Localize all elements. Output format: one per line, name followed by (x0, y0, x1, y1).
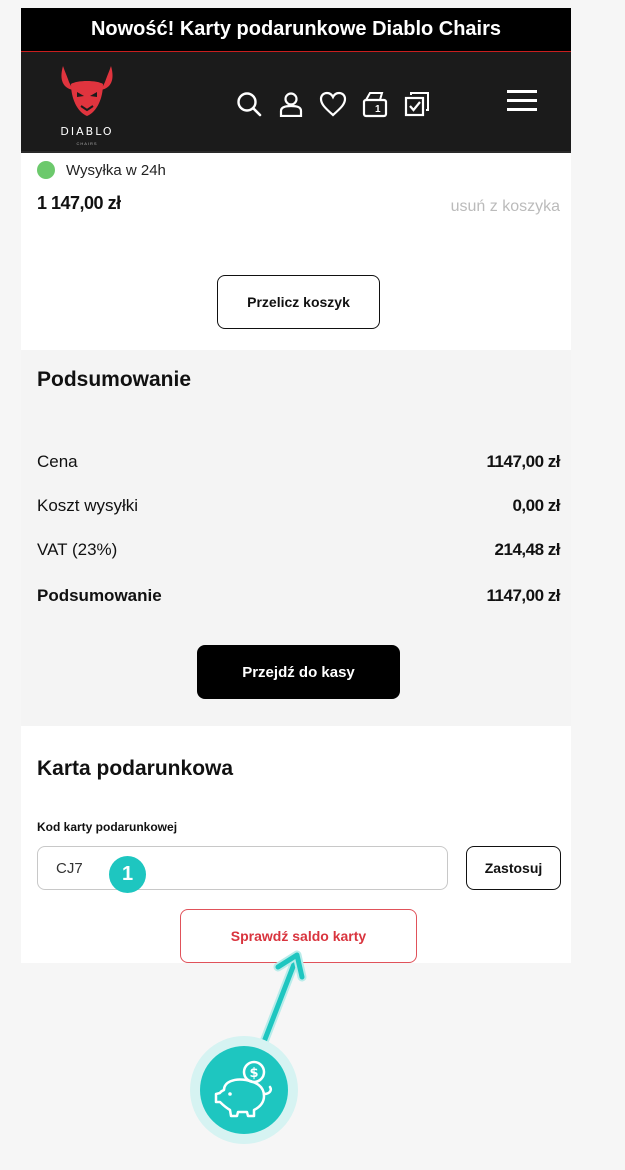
navbar: DIABLO CHAIRS 1 (21, 52, 571, 153)
svg-text:$: $ (249, 1066, 258, 1081)
menu-icon[interactable] (507, 88, 537, 116)
summary-row-value: 1147,00 zł (486, 452, 561, 471)
item-price: 1 147,00 zł (37, 193, 121, 213)
summary-row-value: 0,00 zł (512, 496, 560, 515)
shipping-status: Wysyłka w 24h (37, 161, 166, 179)
heart-icon[interactable] (319, 90, 347, 118)
order-summary: Podsumowanie Cena 1147,00 zł Koszt wysył… (21, 350, 571, 726)
gift-card-title: Karta podarunkowa (37, 757, 234, 780)
cart-item: Wysyłka w 24h 1 147,00 zł usuń z koszyka… (21, 153, 571, 350)
account-icon[interactable] (277, 90, 305, 118)
devil-logo-icon (61, 66, 113, 116)
summary-row-price: Cena 1147,00 zł (37, 452, 561, 472)
promo-banner[interactable]: Nowość! Karty podarunkowe Diablo Chairs (21, 8, 571, 52)
cart-icon[interactable]: 1 (361, 90, 389, 118)
step-badge: 1 (109, 856, 146, 893)
summary-row-label: Koszt wysyłki (37, 496, 139, 515)
checkout-button[interactable]: Przejdź do kasy (197, 645, 400, 699)
remove-from-cart-link[interactable]: usuń z koszyka (451, 198, 560, 216)
promo-text: Nowość! Karty podarunkowe Diablo Chairs (90, 18, 502, 40)
gift-code-input[interactable]: CJ7 (37, 846, 448, 890)
compare-icon[interactable] (403, 90, 431, 118)
summary-title: Podsumowanie (37, 368, 192, 391)
piggy-bank-badge: $ (190, 1036, 298, 1144)
search-icon[interactable] (235, 90, 263, 118)
availability-dot (37, 161, 55, 179)
summary-row-vat: VAT (23%) 214,48 zł (37, 540, 561, 560)
gift-code-label: Kod karty podarunkowej (37, 820, 178, 834)
recalculate-cart-button[interactable]: Przelicz koszyk (217, 275, 380, 329)
piggy-bank-icon: $ (200, 1046, 288, 1134)
brand-name: DIABLO (60, 125, 114, 138)
gift-card-section: Karta podarunkowa Kod karty podarunkowej… (21, 726, 571, 963)
summary-row-label: VAT (23%) (37, 540, 118, 559)
page-frame: Nowość! Karty podarunkowe Diablo Chairs … (21, 8, 571, 963)
cart-count: 1 (375, 104, 381, 115)
summary-row-label: Podsumowanie (37, 586, 162, 605)
summary-row-label: Cena (37, 452, 78, 471)
apply-button[interactable]: Zastosuj (466, 846, 561, 890)
gift-code-value: CJ7 (56, 859, 83, 877)
summary-row-value: 214,48 zł (494, 540, 561, 559)
summary-row-total: Podsumowanie 1147,00 zł (37, 586, 561, 606)
summary-row-shipping: Koszt wysyłki 0,00 zł (37, 496, 560, 516)
brand-logo[interactable]: DIABLO CHAIRS (55, 62, 119, 146)
nav-icons: 1 (235, 90, 431, 118)
summary-row-value: 1147,00 zł (486, 586, 561, 605)
shipping-text: Wysyłka w 24h (66, 161, 166, 179)
brand-sub: CHAIRS (76, 141, 98, 146)
